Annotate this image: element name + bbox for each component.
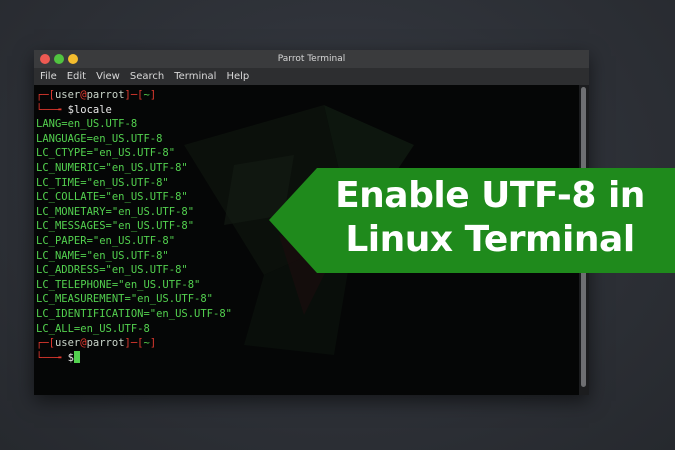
menu-file[interactable]: File	[40, 71, 57, 82]
title-banner: Enable UTF-8 in Linux Terminal	[269, 168, 675, 273]
text-cursor	[73, 350, 80, 363]
menu-view[interactable]: View	[96, 71, 120, 82]
prompt-line-1: ┌─[user@parrot]─[~]	[36, 89, 157, 101]
banner-heading: Enable UTF-8 in Linux Terminal	[309, 174, 671, 264]
command-line-1: └──╼ $locale	[36, 103, 112, 116]
maximize-window-button[interactable]	[54, 54, 64, 64]
banner-line-1: Enable UTF-8 in	[335, 175, 645, 216]
banner-line-2: Linux Terminal	[345, 219, 635, 260]
title-bar: Parrot Terminal	[34, 50, 589, 68]
output-line: LC_CTYPE="en_US.UTF-8"	[36, 147, 176, 160]
menu-edit[interactable]: Edit	[67, 71, 86, 82]
prompt-host: parrot	[86, 89, 125, 101]
output-line: LC_IDENTIFICATION="en_US.UTF-8"	[36, 307, 232, 320]
prompt-user: user	[54, 337, 81, 350]
prompt-user: user	[54, 89, 81, 101]
command-line-2[interactable]: └──╼ $	[36, 350, 579, 366]
minimize-window-button[interactable]	[68, 54, 78, 64]
menu-terminal[interactable]: Terminal	[174, 71, 216, 82]
window-title: Parrot Terminal	[277, 54, 346, 64]
menu-search[interactable]: Search	[130, 71, 164, 82]
menu-bar: File Edit View Search Terminal Help	[34, 68, 589, 85]
output-line: LC_TELEPHONE="en_US.UTF-8"	[36, 278, 201, 291]
prompt-line-2: ┌─[user@parrot]─[~]	[36, 337, 157, 350]
menu-help[interactable]: Help	[226, 71, 249, 82]
close-window-button[interactable]	[40, 54, 50, 64]
prompt-host: parrot	[86, 337, 125, 350]
output-line: LANGUAGE=en_US.UTF-8	[36, 132, 163, 145]
output-line: LC_ALL=en_US.UTF-8	[36, 322, 150, 335]
output-line: LC_MEASUREMENT="en_US.UTF-8"	[36, 293, 214, 306]
command-text: locale	[73, 103, 112, 116]
output-line: LANG=en_US.UTF-8	[36, 118, 138, 131]
